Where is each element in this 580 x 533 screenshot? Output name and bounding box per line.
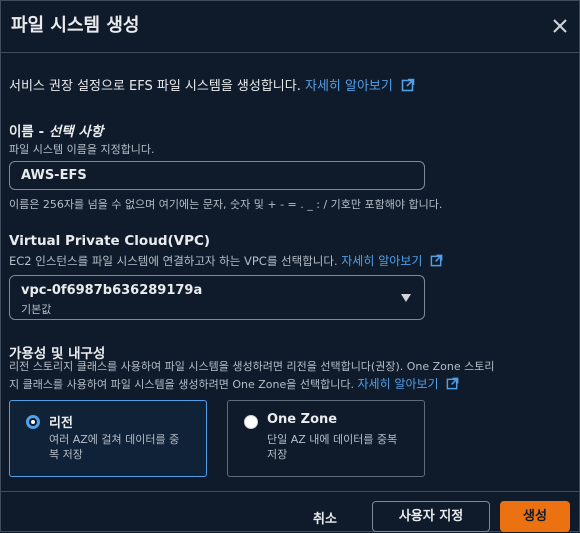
availability-description-line2: 지 클래스를 사용하여 파일 시스템을 생성하려면 One Zone을 선택합니… [9, 375, 459, 392]
learn-more-link[interactable]: 자세히 알아보기 [305, 79, 393, 94]
radio-one-zone[interactable] [244, 415, 258, 429]
name-label-text: 이름 [9, 124, 34, 140]
modal-title: 파일 시스템 생성 [11, 15, 140, 36]
modal-footer [1, 491, 579, 533]
name-input[interactable]: AWS-EFS [9, 161, 425, 190]
name-field-constraint: 이름은 256자를 넘을 수 없으며 여기에는 문자, 숫자 및 + - = .… [9, 198, 443, 211]
vpc-field-label: Virtual Private Cloud(VPC) [9, 233, 211, 249]
optional-label: 선택 사항 [48, 124, 104, 140]
availability-learn-more-link[interactable]: 자세히 알아보기 [358, 377, 439, 391]
intro-text-line: 서비스 권장 설정으로 EFS 파일 시스템을 생성합니다. 자세히 알아보기 [9, 75, 415, 94]
create-file-system-modal: 파일 시스템 생성 서비스 권장 설정으로 EFS 파일 시스템을 생성합니다.… [0, 0, 580, 532]
vpc-selected-value: vpc-0f6987b636289179a [21, 283, 203, 298]
vpc-field-description: EC2 인스턴스를 파일 시스템에 연결하고자 하는 VPC를 선택합니다. [9, 254, 338, 268]
option-one-zone-desc: 단일 AZ 내에 데이터를 중복 저장 [267, 433, 398, 461]
option-tile-regional[interactable]: 리전 여러 AZ에 걸쳐 데이터를 중복 저장 [9, 400, 207, 477]
name-input-value: AWS-EFS [21, 168, 87, 183]
intro-text: 서비스 권장 설정으로 EFS 파일 시스템을 생성합니다. [9, 79, 301, 94]
external-link-icon[interactable] [446, 377, 459, 390]
vpc-selected-sub: 기본값 [21, 303, 52, 316]
option-one-zone-title: One Zone [267, 412, 338, 427]
radio-regional[interactable] [26, 415, 40, 429]
vpc-select[interactable]: vpc-0f6987b636289179a 기본값 [9, 275, 425, 320]
cancel-button[interactable]: 취소 [313, 508, 337, 527]
name-field-description: 파일 시스템 이름을 지정합니다. [9, 143, 155, 156]
name-field-label: 이름 - 선택 사항 [9, 124, 104, 140]
close-icon[interactable] [549, 15, 571, 37]
external-link-icon[interactable] [401, 78, 415, 92]
create-button[interactable]: 생성 [500, 501, 570, 532]
option-regional-title: 리전 [49, 416, 73, 431]
external-link-icon[interactable] [430, 254, 443, 267]
vpc-field-description-line: EC2 인스턴스를 파일 시스템에 연결하고자 하는 VPC를 선택합니다. 자… [9, 252, 443, 269]
option-tile-one-zone[interactable]: One Zone 단일 AZ 내에 데이터를 중복 저장 [227, 400, 425, 477]
caret-down-icon [401, 294, 411, 302]
option-regional-desc: 여러 AZ에 걸쳐 데이터를 중복 저장 [49, 433, 180, 461]
modal-header: 파일 시스템 생성 [1, 1, 579, 53]
vpc-learn-more-link[interactable]: 자세히 알아보기 [341, 254, 422, 268]
availability-description-text: 지 클래스를 사용하여 파일 시스템을 생성하려면 One Zone을 선택합니… [9, 378, 354, 391]
customize-button[interactable]: 사용자 지정 [372, 501, 490, 532]
availability-description-line1: 리전 스토리지 클래스를 사용하여 파일 시스템을 생성하려면 리전을 선택합니… [9, 360, 495, 373]
